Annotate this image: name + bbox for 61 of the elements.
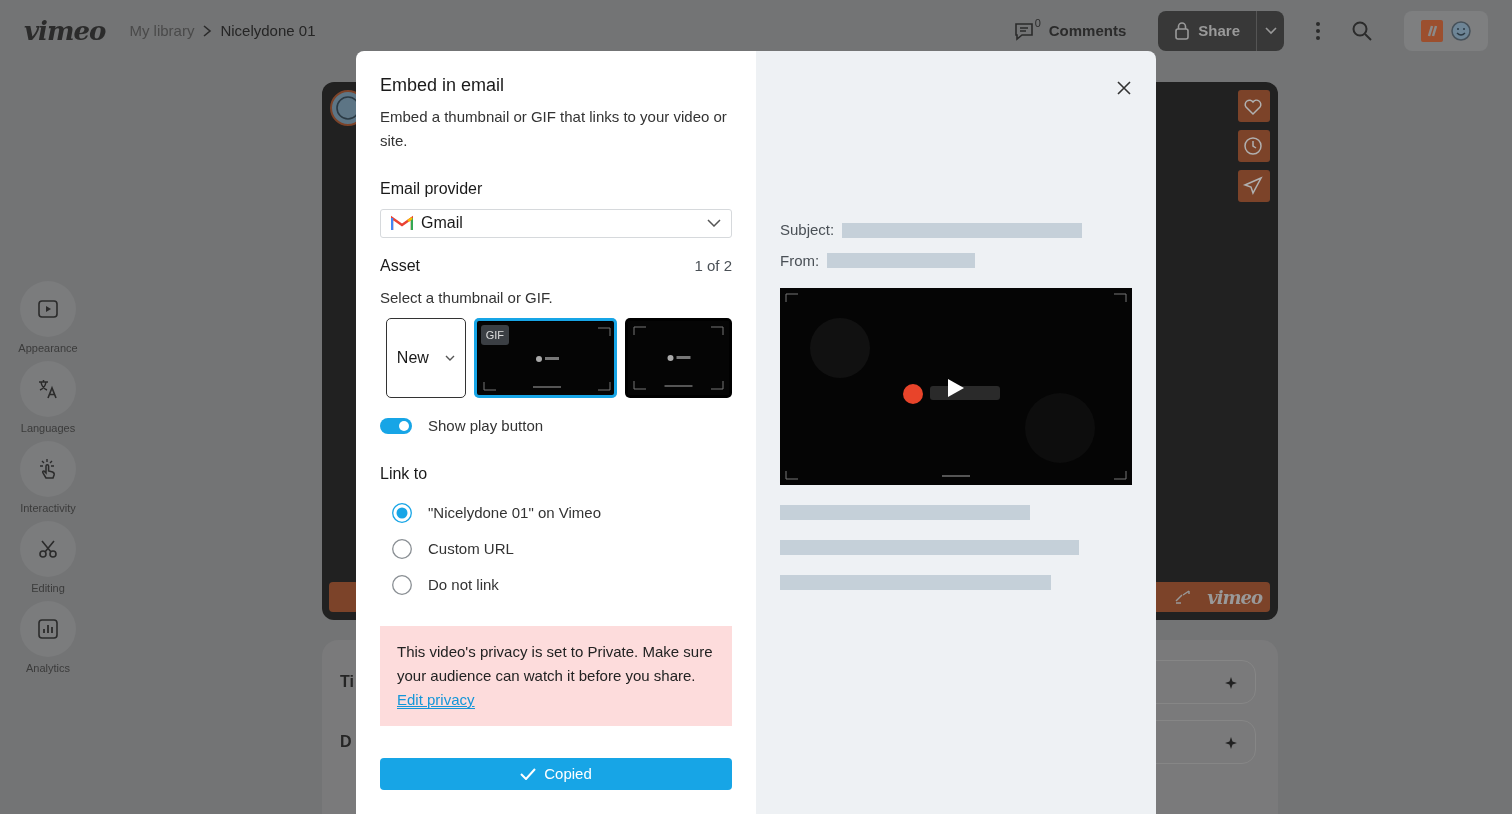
sparkle-icon[interactable] [1225,675,1239,689]
preview-label: Subject: [780,220,835,240]
notice-text: This video's privacy is set to Private. Make sure your audience can watch it before you share. [397,641,714,686]
breadcrumb-current: Nicelydone 01 [220,20,316,41]
close-icon [1117,80,1131,95]
toggle-switch[interactable] [380,417,412,434]
chevron-right-icon [202,24,213,38]
chevron-down-icon [707,219,721,228]
team-logo-icon[interactable] [1421,20,1443,42]
radio-button[interactable] [392,538,412,559]
radio-button[interactable] [392,502,412,523]
comments-button[interactable]: Comments [1048,19,1127,43]
dropdown-value: Gmail [421,213,464,234]
chevron-down-icon [444,354,455,361]
provider-dropdown[interactable]: Gmail [380,208,732,238]
field-label: Email provider [380,178,484,199]
preview-label: From: [780,250,820,271]
mail-icon [391,215,413,232]
bar-chart-icon [36,617,60,641]
radio-label: "Nicelydone 01" on Vimeo [428,502,601,523]
field-label: Ti [340,672,354,692]
asset-thumbnail[interactable]: GIF [473,317,618,398]
vimeo-logo[interactable]: vimeo [1207,583,1262,611]
new-asset-dropdown[interactable]: New [386,317,466,398]
section-label: Asset [380,255,420,276]
radio-label: Custom URL [428,538,514,559]
check-icon [520,767,537,780]
sidebar-label: Languages [20,421,76,436]
lock-icon [1174,21,1191,41]
sidebar-label: Analytics [26,661,70,676]
toggle-label: Show play button [428,415,544,436]
radio-button[interactable] [392,574,412,595]
avatar-icon[interactable] [1451,21,1471,41]
sidebar-label: Editing [31,581,65,596]
sidebar-label: Interactivity [20,501,76,516]
more-options-icon[interactable] [1316,22,1320,40]
translate-icon [36,377,60,401]
comment-count: 0 [1034,15,1041,31]
copied-button[interactable]: Copied [380,757,732,790]
share-options-button[interactable] [1256,11,1284,51]
caret-icon [1264,27,1277,35]
edit-privacy-link[interactable]: Edit privacy [397,690,475,709]
play-icon [947,378,965,398]
share-button[interactable]: Share [1158,11,1256,51]
section-label: Link to [380,463,429,484]
asset-hint: Select a thumbnail or GIF. [380,287,554,308]
comment-icon[interactable] [1012,21,1035,41]
play-icon [36,297,60,321]
sparkle-icon[interactable] [1225,735,1239,749]
watch-later-button[interactable] [1238,130,1270,162]
like-button[interactable] [1238,90,1270,122]
field-label: D [340,732,352,752]
send-button[interactable] [1238,170,1270,202]
search-icon[interactable] [1352,21,1372,41]
modal-description: Embed a thumbnail or GIF that links to your video or site. [380,106,728,151]
vimeo-logo[interactable]: vimeo [24,11,106,51]
modal-title: Embed in email [380,75,506,97]
play-button[interactable] [329,582,359,612]
radio-label: Do not link [428,574,499,595]
sidebar-label: Appearance [18,341,78,356]
asset-count: 1 of 2 [694,255,732,276]
